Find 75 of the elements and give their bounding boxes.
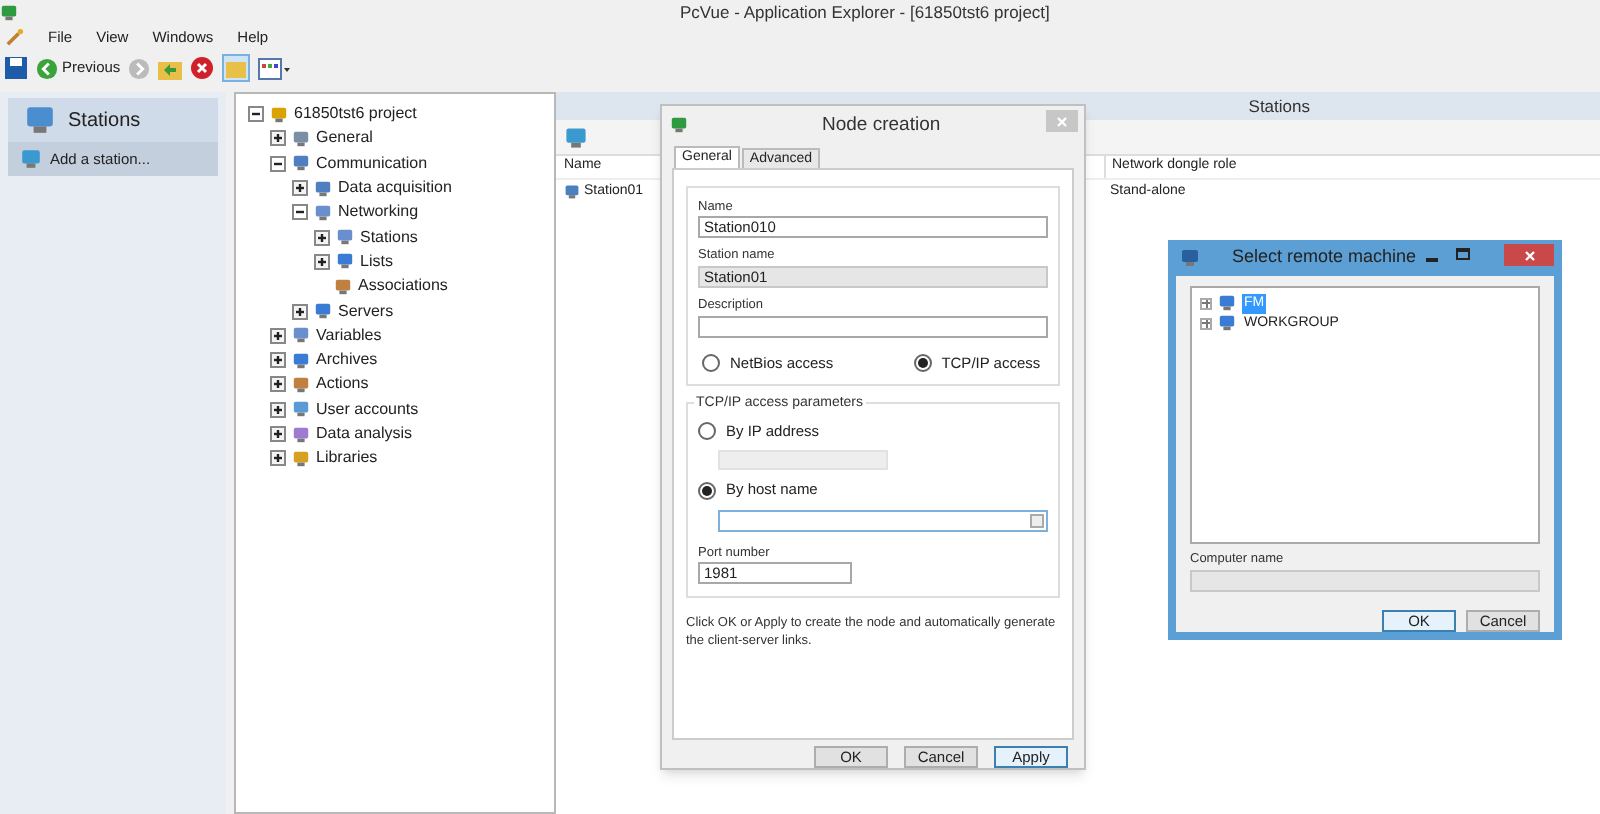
window-title: PcVue - Application Explorer - [61850tst6 project] [680, 0, 1050, 25]
expand-toggle[interactable] [270, 376, 286, 393]
tree-item[interactable]: Libraries [316, 446, 378, 471]
close-button[interactable] [1504, 244, 1554, 266]
dialog-title: Node creation [822, 111, 941, 140]
panel-title: Stations [1248, 93, 1310, 119]
tree-node-icon [314, 203, 332, 222]
radio-button[interactable] [698, 481, 716, 500]
grid-view-icon[interactable] [258, 57, 291, 79]
tree-item[interactable]: Associations [358, 274, 448, 299]
radio-button[interactable] [698, 422, 716, 441]
tree-node-icon [292, 326, 310, 345]
host-name-field[interactable] [718, 509, 1048, 532]
tree-item[interactable]: Data acquisition [338, 176, 452, 201]
node-icon [670, 116, 688, 135]
collapse-toggle[interactable] [292, 204, 308, 221]
tree-node-icon [314, 302, 332, 321]
add-station-icon [564, 125, 588, 149]
expand-toggle[interactable] [292, 303, 308, 320]
tree-item[interactable]: Servers [338, 299, 394, 324]
close-icon[interactable] [190, 56, 215, 80]
wand-icon [6, 28, 24, 46]
maximize-button[interactable] [1456, 248, 1470, 260]
tree-node-icon [292, 400, 310, 419]
expand-toggle[interactable] [270, 130, 286, 147]
expand-toggle[interactable] [270, 426, 286, 442]
panel-title: Stations [68, 107, 141, 135]
radio-button[interactable] [913, 354, 932, 373]
tree-node-icon [314, 179, 332, 198]
tree-node-icon [270, 105, 288, 124]
station-icon [564, 184, 580, 200]
tree-item[interactable]: 61850tst6 project [294, 102, 417, 127]
close-icon [1056, 115, 1068, 127]
expand-toggle[interactable] [270, 450, 286, 467]
back-icon [36, 57, 58, 79]
collapse-toggle[interactable] [248, 106, 264, 123]
expand-toggle[interactable] [270, 327, 286, 344]
expand-toggle[interactable] [292, 180, 308, 197]
tree-node-icon [292, 425, 310, 443]
ip-address-field[interactable] [718, 450, 888, 471]
tree-item[interactable]: Actions [316, 372, 369, 397]
tree-item[interactable]: Archives [316, 348, 378, 373]
network-icon [1218, 294, 1236, 313]
folder-icon[interactable] [158, 57, 183, 79]
save-icon[interactable] [4, 56, 28, 80]
tree-item[interactable]: Networking [338, 200, 419, 225]
tree-node-icon [292, 449, 310, 468]
tree-node-icon [292, 154, 310, 173]
tree-node-icon [292, 351, 310, 370]
radio-button[interactable] [702, 354, 720, 373]
tree-node-icon [292, 375, 310, 394]
collapse-toggle[interactable] [270, 155, 286, 172]
tree-node-icon [336, 228, 354, 247]
network-icon [1180, 247, 1200, 268]
dialog-title: Select remote machine [1232, 244, 1417, 271]
app-icon [0, 3, 18, 21]
tree-item[interactable]: Stations [360, 225, 418, 250]
input-field[interactable] [698, 315, 1048, 338]
tree-node-icon [334, 277, 352, 296]
network-icon [1218, 314, 1236, 333]
expand-toggle[interactable] [314, 253, 330, 270]
stations-icon [24, 104, 56, 136]
tree-item[interactable]: Lists [360, 249, 393, 274]
expand-toggle[interactable] [314, 229, 330, 246]
tree-node-icon [292, 129, 310, 148]
tree-item[interactable]: General [316, 126, 373, 151]
expand-toggle[interactable] [270, 401, 286, 418]
tree-item[interactable]: Data analysis [316, 422, 413, 446]
tree-node-icon [336, 252, 354, 271]
tree-item[interactable]: Variables [316, 323, 382, 348]
tree-item[interactable]: Communication [316, 151, 428, 176]
expand-toggle[interactable] [270, 352, 286, 369]
tree-item[interactable]: User accounts [316, 397, 419, 422]
close-icon [1523, 249, 1535, 261]
add-station-icon [20, 148, 42, 170]
